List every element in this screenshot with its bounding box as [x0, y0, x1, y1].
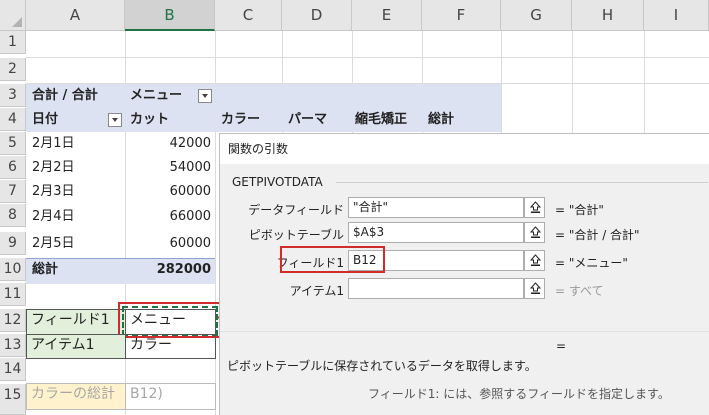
argument-hint: フィールド1: には、参照するフィールドを指定します。 [368, 387, 670, 401]
collapse-dialog-button[interactable] [524, 222, 545, 243]
dialog-titlebar[interactable] [220, 134, 709, 164]
arg-input-data-field[interactable]: "合計" [348, 197, 524, 218]
arg-result-field1: = "メニュー" [555, 256, 628, 270]
group-divider [336, 182, 708, 183]
collapse-dialog-button[interactable] [524, 197, 545, 218]
collapse-dialog-button[interactable] [524, 278, 545, 299]
arg-label-item1: アイテム1 [289, 284, 344, 298]
arg-input-item1[interactable] [348, 278, 524, 299]
range-select-arrow-icon [530, 226, 541, 238]
function-result: = [556, 339, 567, 353]
dialog-title: 関数の引数 [228, 142, 289, 156]
range-select-arrow-icon [530, 254, 541, 266]
arg-result-data-field: = "合計" [555, 203, 604, 217]
function-name: GETPIVOTDATA [232, 175, 323, 189]
dialog-separator [220, 331, 709, 332]
arg-label-data-field: データフィールド [248, 203, 344, 217]
range-select-arrow-icon [530, 201, 541, 213]
function-arguments-dialog[interactable]: 関数の引数 GETPIVOTDATA データフィールド "合計" = "合計" … [219, 133, 709, 415]
arg-result-item1: = すべて [555, 284, 604, 298]
callout-box-field1 [280, 246, 385, 273]
arg-label-pivot-table: ピボットテーブル [248, 228, 344, 242]
range-select-arrow-icon [530, 282, 541, 294]
collapse-dialog-button[interactable] [524, 250, 545, 271]
arg-input-pivot-table[interactable]: $A$3 [348, 222, 524, 243]
function-description: ピボットテーブルに保存されているデータを取得します。 [227, 359, 537, 373]
arg-result-pivot-table: = "合計 / 合計" [555, 228, 640, 242]
